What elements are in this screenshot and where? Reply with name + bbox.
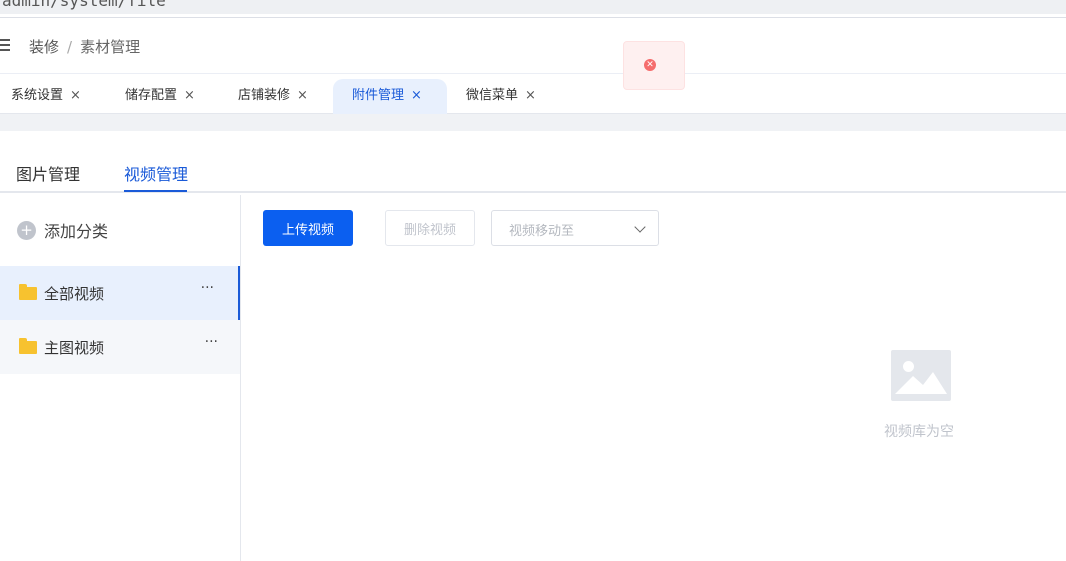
plus-icon: + (17, 220, 36, 240)
add-category-label: 添加分类 (44, 222, 109, 241)
move-video-placeholder: 视频移动至 (509, 224, 575, 239)
chevron-down-icon (634, 221, 646, 233)
tags-view-bar: 系统设置 × 储存配置 × 店铺装修 × 附件管理 × 微信菜单 × (0, 74, 1066, 114)
folder-icon (19, 284, 37, 300)
breadcrumb-item-material: 素材管理 (80, 38, 141, 56)
tag-label: 微信菜单 (466, 88, 519, 103)
tab-images[interactable]: 图片管理 (16, 161, 80, 185)
tag-label: 系统设置 (11, 88, 64, 103)
category-label: 全部视频 (44, 285, 105, 303)
tag-label: 储存配置 (125, 88, 178, 103)
tag-attachment-management[interactable]: 附件管理 × (333, 79, 447, 114)
tag-wechat-menu[interactable]: 微信菜单 × (455, 79, 555, 114)
close-icon[interactable]: × (525, 88, 536, 103)
close-icon[interactable]: × (297, 88, 308, 103)
delete-video-button[interactable]: 删除视频 (385, 210, 475, 246)
breadcrumb-separator: / (67, 38, 73, 56)
folder-icon (19, 338, 37, 354)
browser-address-bar: admin/system/file (0, 0, 1066, 14)
empty-state-text: 视频库为空 (884, 424, 954, 440)
content-divider (0, 114, 1066, 131)
top-header: 装修 / 素材管理 (0, 17, 1066, 74)
breadcrumb-item-decoration[interactable]: 装修 (29, 38, 59, 56)
breadcrumb: 装修 / 素材管理 (29, 36, 140, 57)
add-category-button[interactable]: + 添加分类 (17, 218, 108, 242)
category-sidebar: + 添加分类 全部视频 ··· 主图视频 ··· (0, 195, 241, 561)
menu-toggle-icon[interactable] (0, 39, 10, 51)
tag-storage-config[interactable]: 储存配置 × (114, 79, 214, 114)
active-tab-indicator (124, 190, 187, 192)
media-tabs: 图片管理 视频管理 (0, 131, 1066, 193)
close-icon: ✕ (644, 59, 656, 71)
category-main-image-videos[interactable]: 主图视频 ··· (0, 320, 240, 374)
close-icon[interactable]: × (184, 88, 195, 103)
close-icon[interactable]: × (411, 88, 422, 103)
category-label: 主图视频 (44, 339, 105, 357)
tag-shop-decoration[interactable]: 店铺装修 × (227, 79, 327, 114)
tag-label: 店铺装修 (238, 88, 291, 103)
more-options-icon[interactable]: ··· (201, 280, 214, 296)
close-icon[interactable]: × (70, 88, 81, 103)
move-video-select[interactable]: 视频移动至 (491, 210, 659, 246)
address-text: admin/system/file (2, 0, 166, 10)
tag-label: 附件管理 (352, 88, 405, 103)
more-options-icon[interactable]: ··· (205, 334, 218, 350)
error-toast: ✕ (623, 41, 685, 90)
tag-system-settings[interactable]: 系统设置 × (0, 79, 100, 114)
empty-image-icon (891, 350, 951, 401)
tab-videos[interactable]: 视频管理 (124, 161, 188, 185)
category-all-videos[interactable]: 全部视频 ··· (0, 266, 240, 320)
upload-video-button[interactable]: 上传视频 (263, 210, 353, 246)
